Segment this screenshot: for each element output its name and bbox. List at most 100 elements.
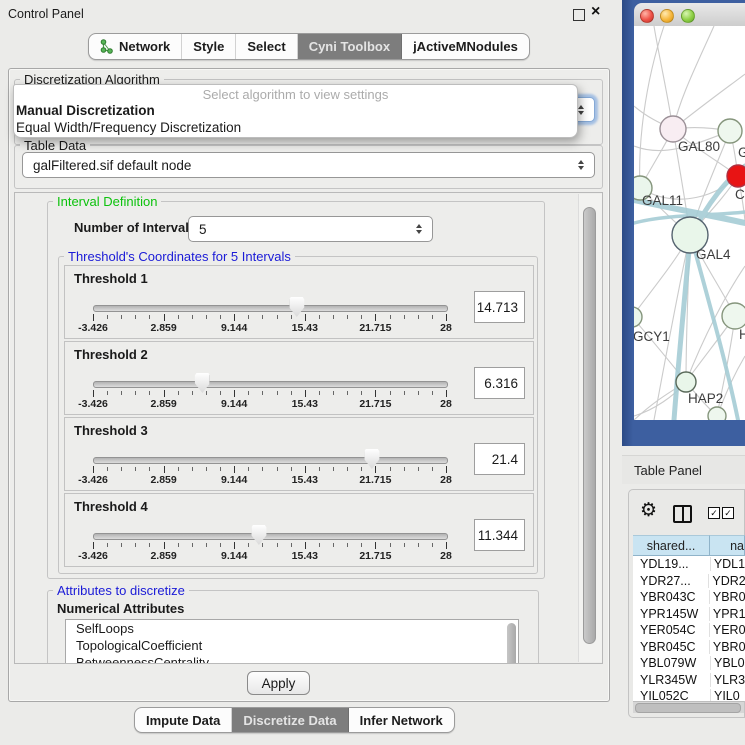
- float-window-icon[interactable]: [573, 9, 585, 21]
- table-row[interactable]: YBR043CYBR0: [633, 589, 745, 606]
- tab-network[interactable]: Network: [89, 34, 182, 59]
- network-node-c[interactable]: [727, 165, 745, 187]
- slider-tick: [361, 467, 362, 471]
- slider-tick: [277, 315, 278, 319]
- attribute-list-item[interactable]: SelfLoops: [66, 620, 518, 637]
- settings-scroll-thumb[interactable]: [583, 207, 596, 644]
- table-cell-name: YPR1: [710, 607, 745, 621]
- slider-tick: [347, 315, 348, 319]
- table-row[interactable]: YPR145WYPR1: [633, 606, 745, 623]
- slider-scale-label: 9.144: [221, 550, 247, 562]
- checkbox-checked-icon[interactable]: ✓: [708, 507, 720, 519]
- split-column-icon[interactable]: [673, 505, 692, 523]
- attribute-list-item[interactable]: BetweennessCentrality: [66, 654, 518, 664]
- number-of-intervals-spinner[interactable]: 5: [188, 216, 433, 242]
- network-node[interactable]: [708, 407, 726, 420]
- table-row[interactable]: YBR045CYBR0: [633, 639, 745, 656]
- table-row[interactable]: YBL079WYBL0: [633, 655, 745, 672]
- gear-icon[interactable]: ⚙: [640, 502, 657, 519]
- threshold-value-box[interactable]: 6.316: [474, 367, 525, 399]
- tab-impute-data[interactable]: Impute Data: [135, 708, 232, 732]
- column-header-shared-name[interactable]: shared...: [633, 535, 710, 556]
- slider-scale-label: 15.43: [292, 474, 318, 486]
- dropdown-option-manual-discretization[interactable]: Manual Discretization: [16, 103, 155, 118]
- table-rows: YDL19...YDL1YDR27...YDR2YBR043CYBR0YPR14…: [633, 556, 745, 701]
- slider-tick: [361, 391, 362, 395]
- slider-tick: [347, 543, 348, 547]
- slider-tick: [446, 466, 447, 473]
- slider-tick: [248, 391, 249, 395]
- slider-tick-row: [93, 314, 446, 322]
- table-row[interactable]: YER054CYER0: [633, 622, 745, 639]
- network-window-titlebar[interactable]: [634, 3, 745, 27]
- tab-select[interactable]: Select: [236, 34, 297, 59]
- close-icon[interactable]: ×: [591, 3, 600, 21]
- column-header-name[interactable]: na: [710, 535, 745, 556]
- network-node-gcy1[interactable]: [634, 307, 642, 327]
- table-row[interactable]: YDL19...YDL1: [633, 556, 745, 573]
- slider-tick: [404, 315, 405, 319]
- slider-tick: [319, 315, 320, 319]
- network-node-hap2[interactable]: [676, 372, 696, 392]
- threshold-slider-track[interactable]: [93, 533, 448, 540]
- tab-cyni-toolbox[interactable]: Cyni Toolbox: [298, 34, 402, 59]
- threshold-value-box[interactable]: 21.4: [474, 443, 525, 475]
- dropdown-option-equal-width-frequency[interactable]: Equal Width/Frequency Discretization: [16, 120, 241, 135]
- table-hscrollbar-thumb[interactable]: [635, 703, 741, 713]
- list-scrollbar[interactable]: [507, 623, 516, 664]
- slider-tick: [135, 467, 136, 471]
- slider-scale-label: 28: [440, 474, 452, 486]
- number-of-intervals-value: 5: [189, 222, 207, 237]
- table-cell-shared-name: YPR145W: [633, 607, 710, 621]
- table-header-row: shared... na: [633, 535, 745, 556]
- threshold-value-box[interactable]: 11.344: [474, 519, 525, 551]
- slider-scale-label: 9.144: [221, 322, 247, 334]
- slider-tick: [135, 543, 136, 547]
- table-cell-shared-name: YLR345W: [633, 673, 711, 687]
- slider-tick: [248, 315, 249, 319]
- numerical-attributes-label: Numerical Attributes: [57, 601, 184, 616]
- network-canvas[interactable]: GAL80GALCGAL11GAL4GCY1HHAP2: [634, 26, 745, 420]
- threshold-slider-track[interactable]: [93, 457, 448, 464]
- panel-title: Control Panel: [8, 7, 84, 21]
- close-traffic-light[interactable]: [640, 9, 654, 23]
- slider-tick: [220, 315, 221, 319]
- network-icon: [100, 39, 113, 54]
- table-data-combobox[interactable]: galFiltered.sif default node: [22, 152, 595, 178]
- tab-jactivemnodules[interactable]: jActiveMNodules: [402, 34, 529, 59]
- minimize-traffic-light[interactable]: [660, 9, 674, 23]
- slider-tick: [93, 542, 94, 549]
- numerical-attributes-list[interactable]: SelfLoopsTopologicalCoefficientBetweenne…: [65, 619, 519, 664]
- slider-scale-label: 2.859: [150, 474, 176, 486]
- number-of-intervals-label: Number of Intervals: [74, 220, 196, 235]
- threshold-value-box[interactable]: 14.713: [474, 291, 525, 323]
- tab-infer-network[interactable]: Infer Network: [349, 708, 454, 732]
- threshold-label: Threshold 4: [74, 499, 148, 514]
- network-node-label: HAP2: [688, 391, 723, 406]
- table-row[interactable]: YIL052CYIL0: [633, 688, 745, 701]
- slider-tick-row: [93, 466, 446, 474]
- apply-button[interactable]: Apply: [247, 671, 310, 695]
- table-hscrollbar[interactable]: [633, 701, 744, 713]
- slider-tick: [248, 467, 249, 471]
- slider-tick: [93, 390, 94, 397]
- threshold-slider-track[interactable]: [93, 381, 448, 388]
- algorithm-dropdown-popup: Select algorithm to view settings Manual…: [13, 84, 578, 138]
- slider-tick: [347, 467, 348, 471]
- slider-tick: [93, 466, 94, 473]
- network-node-h[interactable]: [722, 303, 745, 329]
- thresholds-group-title: Threshold's Coordinates for 5 Intervals: [64, 249, 295, 264]
- slider-tick: [234, 466, 235, 473]
- table-row[interactable]: YLR345WYLR3: [633, 672, 745, 689]
- threshold-slider-track[interactable]: [93, 305, 448, 312]
- checkbox-checked-icon[interactable]: ✓: [722, 507, 734, 519]
- zoom-traffic-light[interactable]: [681, 9, 695, 23]
- slider-scale-label: 21.715: [359, 474, 391, 486]
- attribute-list-item[interactable]: TopologicalCoefficient: [66, 637, 518, 654]
- tab-discretize-data[interactable]: Discretize Data: [232, 708, 348, 732]
- tab-style[interactable]: Style: [182, 34, 236, 59]
- table-row[interactable]: YDR27...YDR2: [633, 573, 745, 590]
- network-node-gal[interactable]: [718, 119, 742, 143]
- slider-tick: [121, 543, 122, 547]
- slider-tick: [192, 467, 193, 471]
